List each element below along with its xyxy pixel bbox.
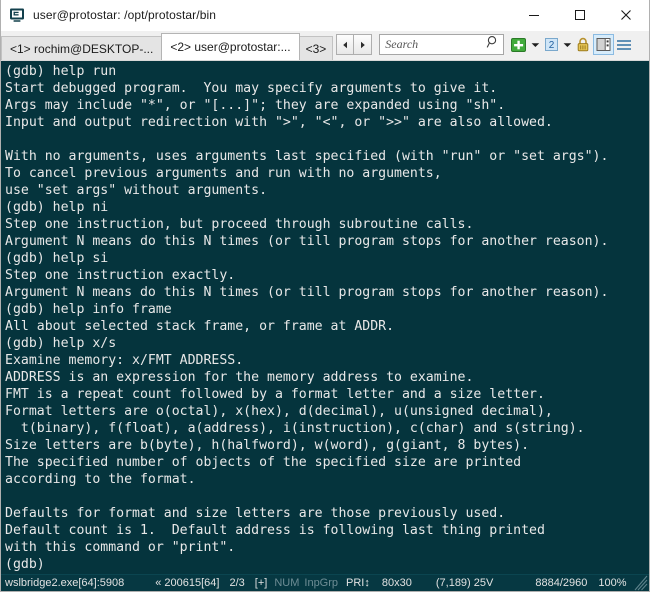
search-input[interactable] — [385, 37, 487, 52]
status-size: 80x30 — [381, 577, 412, 589]
status-input-group: InpGrp — [304, 577, 339, 589]
conemu-icon — [9, 7, 25, 23]
new-console-button[interactable] — [510, 35, 528, 54]
terminal-line: (gdb) — [5, 557, 45, 572]
terminal-line: (gdb) help ni — [5, 200, 109, 215]
status-buffer: 8884/2960 — [535, 577, 588, 589]
terminal-line: (gdb) help run — [5, 64, 117, 79]
resize-grip[interactable] — [634, 575, 648, 591]
window-controls — [511, 0, 649, 30]
terminal-line: (gdb) help info frame — [5, 302, 172, 317]
conemu-window: user@protostar: /opt/protostar/bin <1> r… — [0, 0, 650, 592]
search-box[interactable] — [379, 34, 505, 55]
minimize-button[interactable] — [511, 0, 557, 30]
terminal-line: To cancel previous arguments and run wit… — [5, 166, 442, 181]
window-title: user@protostar: /opt/protostar/bin — [33, 8, 217, 22]
tab-3[interactable]: <3> — [298, 36, 334, 60]
terminal-line: ADDRESS is an expression for the memory … — [5, 370, 474, 385]
status-zoom: 100% — [598, 577, 627, 589]
terminal-output[interactable]: (gdb) help run Start debugged program. Yo… — [1, 61, 649, 574]
split-pane-icon[interactable] — [593, 34, 615, 55]
tab-2-label: <2> user@protostar:... — [170, 39, 291, 54]
terminal-line: Start debugged program. You may specify … — [5, 81, 498, 96]
terminal-line: Defaults for format and size letters are… — [5, 506, 506, 521]
terminal-line: (gdb) help x/s — [5, 336, 117, 351]
terminal-line: Input and output redirection with ">", "… — [5, 115, 553, 130]
status-cursor-position: (7,189) 25V — [435, 577, 494, 589]
status-num-lock: NUM — [274, 577, 300, 589]
terminal-line: Default count is 1. Default address is f… — [5, 523, 545, 538]
terminal-line: All about selected stack frame, or frame… — [5, 319, 395, 334]
terminal-line: Size letters are b(byte), h(halfword), w… — [5, 438, 530, 453]
terminal-line: according to the format. — [5, 472, 196, 487]
status-bar: wslbridge2.exe[64]:5908 « 200615[64] 2/3… — [1, 574, 649, 591]
padlock-icon[interactable] — [574, 35, 592, 54]
terminal-line: The specified number of objects of the s… — [5, 455, 522, 470]
terminal-line: With no arguments, uses arguments last s… — [5, 149, 609, 164]
status-tab-position: 2/3 — [229, 577, 245, 589]
new-console-dropdown[interactable] — [529, 35, 541, 54]
terminal-line: Format letters are o(octal), x(hex), d(d… — [5, 404, 553, 419]
tab-next-button[interactable] — [354, 34, 373, 55]
terminal-line: Step one instruction, but proceed throug… — [5, 217, 474, 232]
tab-toolbar: <1> rochim@DESKTOP-... <2> user@protosta… — [1, 31, 649, 61]
status-process: wslbridge2.exe[64]:5908 — [5, 577, 125, 589]
tab-1-label: <1> rochim@DESKTOP-... — [10, 41, 154, 56]
status-scroll-flag: [+] — [254, 577, 268, 589]
close-button[interactable] — [603, 0, 649, 30]
maximize-button[interactable] — [557, 0, 603, 30]
active-console-button[interactable]: 2 — [542, 35, 560, 54]
tab-scroll-arrows — [336, 34, 373, 55]
terminal-line: Argument N means do this N times (or til… — [5, 285, 609, 300]
toolbar-icons: 2 — [510, 34, 633, 55]
tab-1[interactable]: <1> rochim@DESKTOP-... — [1, 36, 163, 60]
status-priority: PRI↕ — [346, 577, 370, 589]
terminal-line: (gdb) help si — [5, 251, 109, 266]
tab-2[interactable]: <2> user@protostar:... — [161, 33, 300, 60]
status-console-marker: « 200615[64] — [155, 577, 220, 589]
title-bar: user@protostar: /opt/protostar/bin — [1, 0, 649, 31]
terminal-line: with this command or "print". — [5, 540, 236, 555]
svg-text:2: 2 — [549, 40, 555, 51]
search-icon — [486, 35, 500, 54]
active-console-dropdown[interactable] — [561, 35, 573, 54]
terminal-line: Examine memory: x/FMT ADDRESS. — [5, 353, 244, 368]
terminal-line: Argument N means do this N times (or til… — [5, 234, 609, 249]
terminal-line: Step one instruction exactly. — [5, 268, 236, 283]
tab-3-label: <3> — [305, 41, 327, 56]
terminal-line: t(binary), f(float), a(address), i(instr… — [5, 421, 585, 436]
tab-prev-button[interactable] — [336, 34, 355, 55]
hamburger-menu-icon[interactable] — [615, 35, 633, 54]
terminal-line: Args may include "*", or "[...]"; they a… — [5, 98, 506, 113]
terminal-line: use "set args" without arguments. — [5, 183, 268, 198]
terminal-line: FMT is a repeat count followed by a form… — [5, 387, 545, 402]
